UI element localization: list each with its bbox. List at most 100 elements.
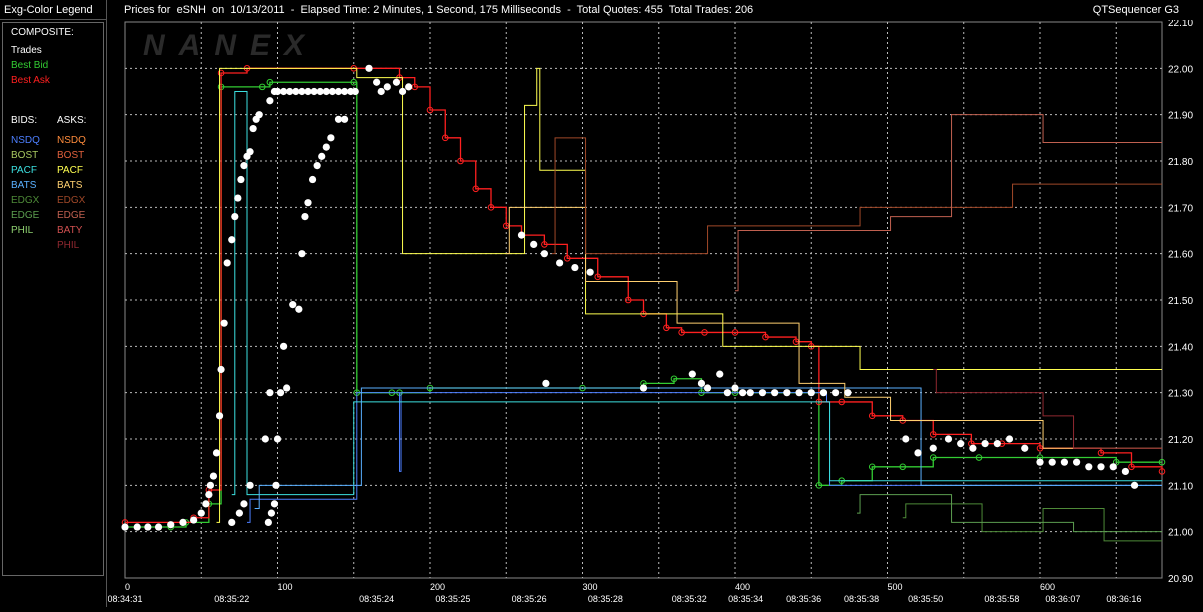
trade-point bbox=[771, 389, 779, 397]
trade-point bbox=[255, 111, 263, 119]
trade-point bbox=[313, 162, 321, 170]
trade-point bbox=[731, 384, 739, 392]
trade-point bbox=[264, 518, 272, 526]
legend-box: COMPOSITE: Trades Best Bid Best Ask BIDS: … bbox=[2, 22, 104, 576]
trade-point bbox=[190, 516, 198, 524]
y-tick-label: 21.70 bbox=[1168, 203, 1193, 214]
legend-bid-edgx: EDGX bbox=[11, 195, 40, 206]
trade-point bbox=[327, 134, 335, 142]
trade-point bbox=[969, 444, 977, 452]
trade-point bbox=[1130, 481, 1139, 489]
trade-point bbox=[179, 518, 187, 526]
y-tick-label: 21.50 bbox=[1168, 296, 1193, 307]
trade-point bbox=[223, 259, 231, 267]
y-tick-label: 21.80 bbox=[1168, 157, 1193, 168]
trade-point bbox=[237, 175, 245, 184]
trade-point bbox=[783, 389, 791, 397]
time-label: 08:35:58 bbox=[984, 594, 1019, 604]
time-label: 08:35:28 bbox=[588, 594, 623, 604]
trade-point bbox=[716, 370, 724, 378]
x-tick-label: 100 bbox=[278, 582, 293, 592]
time-label: 08:34:31 bbox=[108, 594, 143, 604]
trade-point bbox=[318, 152, 326, 160]
trade-point bbox=[283, 384, 291, 392]
legend-composite-best-bid: Best Bid bbox=[11, 60, 49, 71]
trade-point bbox=[819, 389, 828, 397]
legend-bid-bats: BATS bbox=[11, 180, 37, 191]
x-tick-label: 600 bbox=[1040, 582, 1055, 592]
trade-point bbox=[530, 240, 538, 248]
trade-point bbox=[272, 481, 280, 489]
trade-point bbox=[212, 449, 221, 457]
y-tick-label: 22.00 bbox=[1168, 64, 1193, 75]
legend-composite-label: COMPOSITE: bbox=[11, 27, 74, 38]
trade-point bbox=[220, 319, 228, 327]
app-name: QTSequencer G3 bbox=[1092, 4, 1179, 16]
trade-point bbox=[929, 444, 937, 452]
chart-title-bar: Prices for eSNH on 10/13/2011 - Elapsed … bbox=[108, 0, 1203, 20]
time-label: 08:35:38 bbox=[844, 594, 879, 604]
x-tick-label: 300 bbox=[583, 582, 598, 592]
trade-point bbox=[240, 162, 248, 170]
trade-point bbox=[556, 259, 564, 267]
trade-point bbox=[688, 370, 696, 378]
legend-panel: Exg-Color Legend COMPOSITE: Trades Best B… bbox=[0, 0, 107, 607]
trade-point bbox=[365, 64, 373, 72]
legend-ask-bost: BOST bbox=[57, 150, 85, 161]
trade-point bbox=[902, 435, 910, 443]
trade-point bbox=[739, 389, 747, 397]
trade-point bbox=[1048, 458, 1056, 466]
trade-point bbox=[295, 305, 303, 313]
trade-point bbox=[832, 389, 840, 397]
legend-ask-phil: PHIL bbox=[57, 240, 80, 251]
trade-point bbox=[586, 268, 594, 276]
trade-point bbox=[1021, 444, 1029, 452]
x-tick-label: 400 bbox=[735, 582, 750, 592]
trade-point bbox=[246, 481, 254, 489]
y-tick-label: 21.40 bbox=[1168, 342, 1193, 353]
trade-point bbox=[301, 213, 309, 221]
time-label: 08:36:07 bbox=[1045, 594, 1080, 604]
legend-composite-best-ask: Best Ask bbox=[11, 75, 50, 86]
legend-ask-pacf: PACF bbox=[57, 165, 83, 176]
trade-point bbox=[1109, 463, 1117, 471]
trade-point bbox=[1005, 435, 1014, 443]
trade-point bbox=[377, 87, 385, 96]
trade-point bbox=[944, 435, 953, 443]
x-tick-label: 500 bbox=[888, 582, 903, 592]
y-tick-label: 22.10 bbox=[1168, 20, 1193, 29]
trade-point bbox=[267, 509, 275, 517]
trade-point bbox=[322, 143, 330, 151]
legend-composite-trades: Trades bbox=[11, 45, 42, 56]
trade-point bbox=[217, 365, 225, 374]
y-tick-label: 21.10 bbox=[1168, 481, 1193, 492]
legend-bid-phil: PHIL bbox=[11, 225, 34, 236]
trade-point bbox=[280, 342, 288, 350]
price-chart: NANEX 22.10 22.00 21.90 21.80 21.70 21.60 21.50… bbox=[107, 18, 1193, 604]
y-tick-label: 21.20 bbox=[1168, 435, 1193, 446]
time-label: 08:35:34 bbox=[728, 594, 763, 604]
trade-point bbox=[202, 500, 210, 508]
trade-point bbox=[723, 389, 731, 397]
y-tick-label: 21.30 bbox=[1168, 389, 1193, 400]
trade-point bbox=[167, 521, 175, 529]
trade-point bbox=[1097, 463, 1105, 471]
time-label: 08:35:26 bbox=[512, 594, 547, 604]
trade-point bbox=[373, 78, 381, 86]
trade-point bbox=[341, 115, 349, 123]
trade-point bbox=[121, 523, 129, 531]
trade-point bbox=[144, 523, 152, 531]
y-tick-label: 21.00 bbox=[1168, 528, 1193, 539]
trade-point bbox=[273, 435, 282, 443]
legend-ask-bats: BATS bbox=[57, 180, 83, 191]
time-label: 08:35:50 bbox=[908, 594, 943, 604]
trade-point bbox=[351, 87, 359, 96]
trade-point bbox=[957, 440, 965, 448]
trade-point bbox=[542, 379, 550, 387]
legend-bid-edge: EDGE bbox=[11, 210, 40, 221]
trade-point bbox=[795, 389, 803, 397]
y-tick-label: 20.90 bbox=[1168, 574, 1193, 585]
legend-ask-edge: EDGE bbox=[57, 210, 86, 221]
trade-point bbox=[206, 481, 214, 489]
time-label: 08:35:32 bbox=[672, 594, 707, 604]
